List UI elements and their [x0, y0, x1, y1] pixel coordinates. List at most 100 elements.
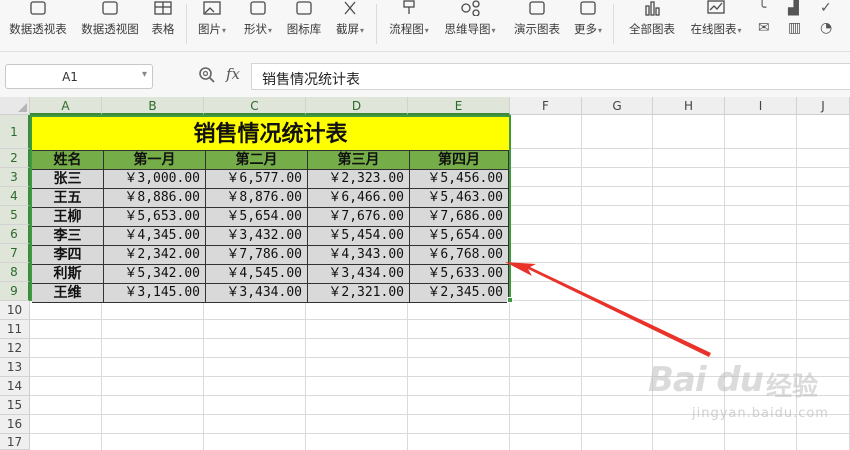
- row-header-17[interactable]: 17: [0, 434, 30, 450]
- ribbon-button-shape[interactable]: 形状▾: [238, 0, 278, 44]
- value-cell[interactable]: ￥3,432.00: [206, 227, 308, 246]
- column-header-h[interactable]: H: [653, 97, 725, 115]
- fx-icon[interactable]: fx: [226, 65, 240, 83]
- value-cell[interactable]: ￥6,768.00: [410, 246, 509, 265]
- name-cell[interactable]: 李三: [32, 227, 104, 246]
- ribbon-button-all-charts[interactable]: 全部图表: [624, 0, 680, 44]
- header-cell[interactable]: 第二月: [206, 151, 308, 170]
- chart-type-bar-icon[interactable]: ▟: [788, 0, 799, 16]
- name-box-dropdown-icon[interactable]: ▾: [142, 69, 147, 80]
- value-cell[interactable]: ￥5,456.00: [410, 170, 509, 189]
- value-cell[interactable]: ￥4,345.00: [104, 227, 206, 246]
- dropdown-arrow-icon[interactable]: ▾: [491, 26, 495, 35]
- value-cell[interactable]: ￥3,000.00: [104, 170, 206, 189]
- header-cell[interactable]: 姓名: [32, 151, 104, 170]
- row-header-10[interactable]: 10: [0, 301, 30, 320]
- dropdown-arrow-icon[interactable]: ▾: [222, 26, 226, 35]
- row-header-16[interactable]: 16: [0, 415, 30, 434]
- ribbon-button-online-chart[interactable]: 在线图表▾: [684, 0, 748, 44]
- row-header-8[interactable]: 8: [0, 263, 30, 282]
- value-cell[interactable]: ￥5,463.00: [410, 189, 509, 208]
- row-header-11[interactable]: 11: [0, 320, 30, 339]
- value-cell[interactable]: ￥4,545.00: [206, 265, 308, 284]
- name-cell[interactable]: 张三: [32, 170, 104, 189]
- ribbon-button-more[interactable]: 更多▾: [567, 0, 609, 44]
- value-cell[interactable]: ￥5,454.00: [308, 227, 410, 246]
- row-header-14[interactable]: 14: [0, 377, 30, 396]
- header-cell[interactable]: 第一月: [104, 151, 206, 170]
- value-cell[interactable]: ￥3,145.00: [104, 284, 206, 303]
- chart-type-line-icon[interactable]: ╰: [758, 0, 766, 16]
- value-cell[interactable]: ￥4,343.00: [308, 246, 410, 265]
- value-cell[interactable]: ￥7,686.00: [410, 208, 509, 227]
- value-cell[interactable]: ￥7,676.00: [308, 208, 410, 227]
- chart-type-column-icon[interactable]: ▥: [788, 20, 801, 36]
- value-cell[interactable]: ￥2,345.00: [410, 284, 509, 303]
- column-header-b[interactable]: B: [102, 97, 204, 115]
- chart-type-pie-icon[interactable]: ◔: [820, 20, 832, 36]
- fill-handle[interactable]: [507, 297, 513, 303]
- value-cell[interactable]: ￥6,577.00: [206, 170, 308, 189]
- row-header-6[interactable]: 6: [0, 225, 30, 244]
- name-cell[interactable]: 王五: [32, 189, 104, 208]
- value-cell[interactable]: ￥3,434.00: [308, 265, 410, 284]
- zoom-icon[interactable]: [198, 66, 216, 84]
- value-cell[interactable]: ￥5,653.00: [104, 208, 206, 227]
- value-cell[interactable]: ￥8,886.00: [104, 189, 206, 208]
- column-header-d[interactable]: D: [306, 97, 408, 115]
- formula-input[interactable]: 销售情况统计表: [251, 63, 850, 90]
- row-header-4[interactable]: 4: [0, 187, 30, 206]
- dropdown-arrow-icon[interactable]: ▾: [425, 26, 429, 35]
- column-header-e[interactable]: E: [408, 97, 510, 115]
- name-cell[interactable]: 王维: [32, 284, 104, 303]
- row-header-1[interactable]: 1: [0, 115, 30, 149]
- value-cell[interactable]: ￥3,434.00: [206, 284, 308, 303]
- value-cell[interactable]: ￥5,654.00: [410, 227, 509, 246]
- value-cell[interactable]: ￥2,321.00: [308, 284, 410, 303]
- value-cell[interactable]: ￥2,323.00: [308, 170, 410, 189]
- column-header-c[interactable]: C: [204, 97, 306, 115]
- chart-type-check-icon[interactable]: ✓: [820, 0, 832, 16]
- column-header-g[interactable]: G: [582, 97, 653, 115]
- ribbon-button-table[interactable]: 表格: [146, 0, 180, 44]
- value-cell[interactable]: ￥2,342.00: [104, 246, 206, 265]
- row-header-9[interactable]: 9: [0, 282, 30, 301]
- dropdown-arrow-icon[interactable]: ▾: [598, 26, 602, 35]
- header-cell[interactable]: 第四月: [410, 151, 509, 170]
- column-header-a[interactable]: A: [30, 97, 102, 115]
- name-cell[interactable]: 王柳: [32, 208, 104, 227]
- row-header-5[interactable]: 5: [0, 206, 30, 225]
- ribbon-button-flowchart[interactable]: 流程图▾: [385, 0, 433, 44]
- row-header-13[interactable]: 13: [0, 358, 30, 377]
- row-header-7[interactable]: 7: [0, 244, 30, 263]
- row-header-15[interactable]: 15: [0, 396, 30, 415]
- table-title[interactable]: 销售情况统计表: [32, 117, 509, 151]
- value-cell[interactable]: ￥6,466.00: [308, 189, 410, 208]
- chart-type-envelope-icon[interactable]: ✉: [758, 20, 770, 36]
- value-cell[interactable]: ￥7,786.00: [206, 246, 308, 265]
- dropdown-arrow-icon[interactable]: ▾: [737, 26, 741, 35]
- ribbon-button-pivot-chart[interactable]: 数据透视图: [76, 0, 144, 44]
- dropdown-arrow-icon[interactable]: ▾: [268, 26, 272, 35]
- ribbon-button-picture[interactable]: 图片▾: [193, 0, 231, 44]
- ribbon-button-screenshot[interactable]: 截屏▾: [329, 0, 371, 44]
- value-cell[interactable]: ￥5,342.00: [104, 265, 206, 284]
- row-header-12[interactable]: 12: [0, 339, 30, 358]
- header-cell[interactable]: 第三月: [308, 151, 410, 170]
- column-header-f[interactable]: F: [510, 97, 582, 115]
- ribbon-button-icon-library[interactable]: 图标库: [282, 0, 326, 44]
- column-header-j[interactable]: J: [797, 97, 850, 115]
- name-cell[interactable]: 李四: [32, 246, 104, 265]
- row-header-2[interactable]: 2: [0, 149, 30, 168]
- dropdown-arrow-icon[interactable]: ▾: [360, 26, 364, 35]
- ribbon-button-mindmap[interactable]: 思维导图▾: [441, 0, 499, 44]
- ribbon-button-demo-chart[interactable]: 演示图表: [510, 0, 564, 44]
- value-cell[interactable]: ￥5,633.00: [410, 265, 509, 284]
- column-header-i[interactable]: I: [725, 97, 797, 115]
- ribbon-button-pivot-table[interactable]: 数据透视表: [4, 0, 72, 44]
- value-cell[interactable]: ￥5,654.00: [206, 208, 308, 227]
- name-box[interactable]: A1 ▾: [5, 64, 153, 89]
- value-cell[interactable]: ￥8,876.00: [206, 189, 308, 208]
- name-cell[interactable]: 利斯: [32, 265, 104, 284]
- select-all-corner[interactable]: [0, 97, 30, 115]
